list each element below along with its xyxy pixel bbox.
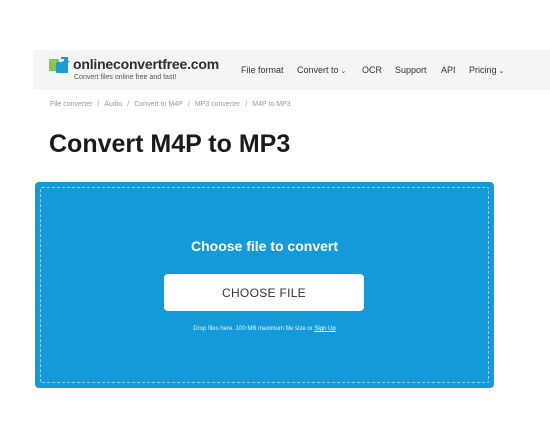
file-dropzone[interactable]: Choose file to convert CHOOSE FILE Drop …: [35, 182, 494, 388]
nav-convert-to-label: Convert to: [297, 65, 339, 75]
breadcrumb-current: M4P to MP3: [252, 101, 291, 108]
chevron-down-icon: ⌄: [340, 68, 347, 75]
dropzone-note-text: Drop files here. 100 MB maximum file siz…: [193, 326, 313, 332]
nav-convert-to[interactable]: Convert to ⌄: [297, 65, 346, 75]
brand-tagline: Convert files online free and fast!: [74, 74, 177, 81]
nav-api-label: API: [441, 65, 456, 75]
chevron-down-icon: ⌄: [498, 68, 505, 75]
page: onlineconvertfree.com Convert files onli…: [0, 0, 550, 423]
nav-ocr-label: OCR: [362, 65, 382, 75]
dropzone-note: Drop files here. 100 MB maximum file siz…: [35, 326, 494, 332]
breadcrumb-item[interactable]: MP3 converter: [195, 101, 241, 108]
breadcrumb-separator: /: [127, 101, 130, 108]
breadcrumb: File converter / Audio / Convert to M4P / MP3 …: [50, 101, 291, 108]
logo-icon[interactable]: [48, 56, 72, 76]
breadcrumb-separator: /: [187, 101, 190, 108]
breadcrumb-separator: /: [97, 101, 100, 108]
nav-support-label: Support: [395, 65, 427, 75]
choose-file-button[interactable]: CHOOSE FILE: [164, 274, 364, 311]
nav-ocr[interactable]: OCR: [362, 65, 382, 75]
nav-pricing[interactable]: Pricing ⌄: [469, 65, 504, 75]
site-header: onlineconvertfree.com Convert files onli…: [33, 50, 550, 90]
breadcrumb-item[interactable]: File converter: [50, 101, 92, 108]
page-title: Convert M4P to MP3: [49, 130, 291, 158]
nav-pricing-label: Pricing: [469, 65, 497, 75]
nav-file-format[interactable]: File format: [241, 65, 284, 75]
nav-support[interactable]: Support: [395, 65, 427, 75]
brand-name[interactable]: onlineconvertfree.com: [73, 56, 219, 72]
nav-file-format-label: File format: [241, 65, 284, 75]
breadcrumb-item[interactable]: Convert to M4P: [134, 101, 183, 108]
dropzone-heading: Choose file to convert: [190, 238, 339, 254]
breadcrumb-item[interactable]: Audio: [104, 101, 122, 108]
signup-link[interactable]: Sign Up: [314, 326, 335, 332]
breadcrumb-separator: /: [245, 101, 248, 108]
nav-api[interactable]: API: [441, 65, 456, 75]
